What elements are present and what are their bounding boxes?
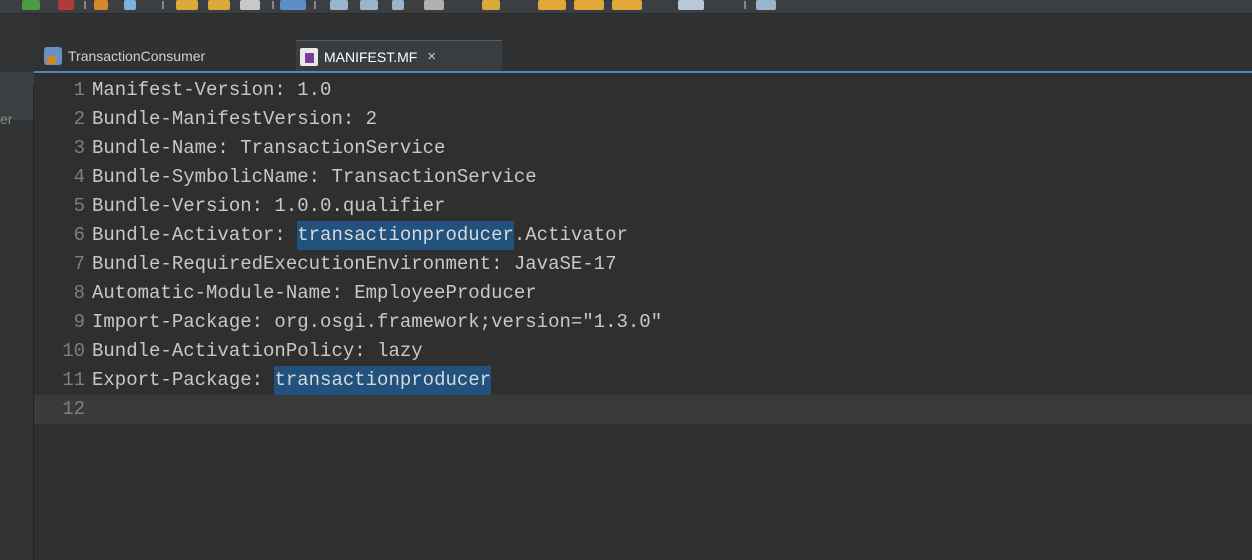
line-number: 2 <box>73 108 85 130</box>
annotation-icon[interactable] <box>424 0 444 10</box>
debug-icon[interactable] <box>58 0 74 10</box>
task-icon[interactable] <box>482 0 500 10</box>
plugin-project-icon <box>44 47 62 65</box>
external-tool-icon[interactable] <box>756 0 776 10</box>
code-line[interactable]: 11 Export-Package: transactionproducer <box>34 366 1252 395</box>
toolbar-separator <box>272 1 274 9</box>
line-number: 8 <box>73 282 85 304</box>
code-line[interactable]: 10 Bundle-ActivationPolicy: lazy <box>34 337 1252 366</box>
next-edit-icon[interactable] <box>678 0 704 10</box>
code-line[interactable]: 4 Bundle-SymbolicName: TransactionService <box>34 163 1252 192</box>
line-text: Bundle-ActivationPolicy: lazy <box>92 340 423 362</box>
code-line[interactable]: 9 Import-Package: org.osgi.framework;vers… <box>34 308 1252 337</box>
line-number: 3 <box>73 137 85 159</box>
prev-edit-icon[interactable] <box>612 0 642 10</box>
open-folder-icon[interactable] <box>176 0 198 10</box>
occurrence-highlight: transactionproducer <box>297 221 514 250</box>
new-icon[interactable] <box>22 0 40 10</box>
toolbar-separator <box>162 1 164 9</box>
line-text: Automatic-Module-Name: EmployeeProducer <box>92 282 537 304</box>
paragraph-icon[interactable] <box>392 0 404 10</box>
manifest-file-icon <box>300 47 318 66</box>
line-text: Import-Package: org.osgi.framework;versi… <box>92 311 663 333</box>
line-number: 9 <box>73 311 85 333</box>
code-line[interactable]: 6 Bundle-Activator: transactionproducer.A… <box>34 221 1252 250</box>
line-text: Bundle-SymbolicName: TransactionService <box>92 166 537 188</box>
back-arrow-icon[interactable] <box>538 0 566 10</box>
code-line[interactable]: 5 Bundle-Version: 1.0.0.qualifier <box>34 192 1252 221</box>
line-number: 6 <box>73 224 85 246</box>
code-line[interactable]: 1 Manifest-Version: 1.0 <box>34 76 1252 105</box>
line-number: 7 <box>73 253 85 275</box>
text-editor[interactable]: 1 Manifest-Version: 1.0 2 Bundle-ManifestV… <box>34 73 1252 560</box>
line-number: 4 <box>73 166 85 188</box>
editor-tab-bar: TransactionConsumer MANIFEST.MF × <box>34 14 1252 72</box>
toolbar-separator <box>744 1 746 9</box>
tab-label: MANIFEST.MF <box>324 48 418 65</box>
left-panel-text-fragment: er <box>0 111 13 127</box>
left-side-panel <box>0 14 34 560</box>
toolbar-separator <box>84 1 86 9</box>
main-toolbar <box>0 0 1252 14</box>
panel-edge <box>0 86 34 560</box>
run-icon[interactable] <box>94 0 108 10</box>
line-text: Bundle-Name: TransactionService <box>92 137 446 159</box>
line-number: 5 <box>73 195 85 217</box>
line-text: Bundle-Activator: <box>92 224 298 246</box>
forward-arrow-icon[interactable] <box>574 0 604 10</box>
line-text-rest: .Activator <box>513 224 628 246</box>
tab-manifest-mf[interactable]: MANIFEST.MF × <box>296 40 502 72</box>
refresh-icon[interactable] <box>124 0 136 10</box>
layout-icon[interactable] <box>330 0 348 10</box>
open-project-icon[interactable] <box>208 0 230 10</box>
code-line[interactable]: 7 Bundle-RequiredExecutionEnvironment: Ja… <box>34 250 1252 279</box>
occurrence-highlight: transactionproducer <box>274 366 492 395</box>
highlight-icon[interactable] <box>280 0 306 10</box>
line-text: Export-Package: <box>92 369 275 391</box>
code-line[interactable]: 2 Bundle-ManifestVersion: 2 <box>34 105 1252 134</box>
close-icon[interactable]: × <box>427 48 436 65</box>
line-text: Bundle-ManifestVersion: 2 <box>92 108 378 130</box>
tab-transaction-consumer[interactable]: TransactionConsumer <box>40 40 284 72</box>
window-icon[interactable] <box>360 0 378 10</box>
line-text: Bundle-Version: 1.0.0.qualifier <box>92 195 446 217</box>
toolbar-separator <box>314 1 316 9</box>
line-number: 10 <box>62 340 85 362</box>
current-code-line[interactable]: 12 <box>34 395 1252 424</box>
line-text: Bundle-RequiredExecutionEnvironment: Jav… <box>92 253 617 275</box>
tab-label: TransactionConsumer <box>68 48 206 64</box>
line-number: 11 <box>62 369 85 391</box>
edit-icon[interactable] <box>240 0 260 10</box>
line-number: 12 <box>62 398 85 420</box>
code-line[interactable]: 8 Automatic-Module-Name: EmployeeProducer <box>34 279 1252 308</box>
line-text: Manifest-Version: 1.0 <box>92 79 332 101</box>
code-line[interactable]: 3 Bundle-Name: TransactionService <box>34 134 1252 163</box>
line-number: 1 <box>73 79 85 101</box>
